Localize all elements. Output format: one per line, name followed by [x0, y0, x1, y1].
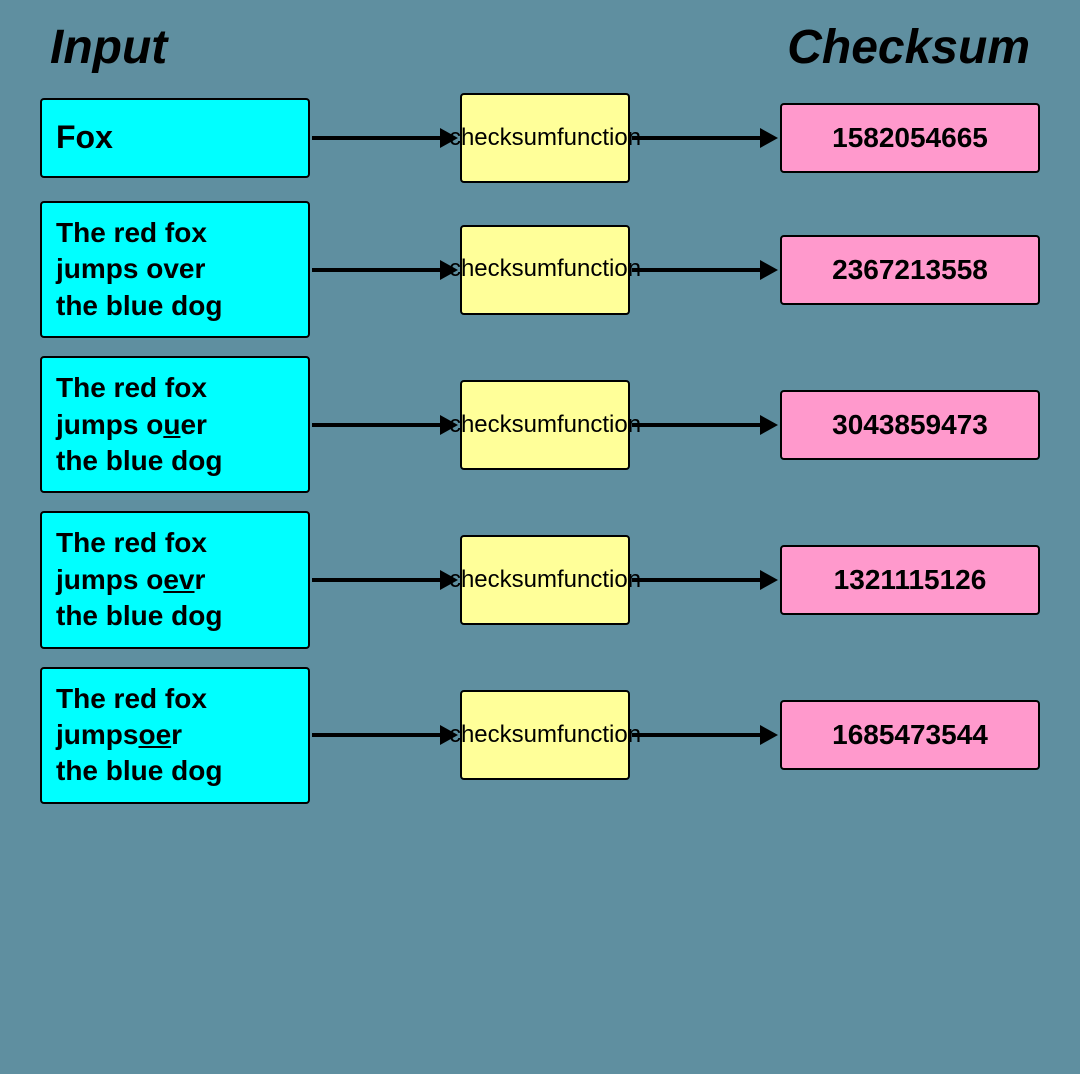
arrow-1-row-4 — [312, 578, 458, 582]
input-text-2: The red fox jumps over the blue dog — [56, 215, 222, 324]
output-value-3: 3043859473 — [832, 409, 988, 441]
input-header-title: Input — [50, 20, 167, 75]
diagram-row-2: The red fox jumps over the blue dog check… — [40, 201, 1040, 338]
header: Input Checksum — [40, 20, 1040, 75]
arrow-head — [440, 260, 458, 280]
arrow-head — [760, 415, 778, 435]
arrow-1-row-3 — [312, 423, 458, 427]
function-label: checksum — [449, 719, 557, 751]
arrow-2-row-4 — [632, 578, 778, 582]
output-value-5: 1685473544 — [832, 719, 988, 751]
function-box-4: checksumfunction — [460, 535, 630, 625]
output-box-2: 2367213558 — [780, 235, 1040, 305]
diagram-row-3: The red foxjumps ouerthe blue dog checksu… — [40, 356, 1040, 493]
input-text-1: Fox — [56, 117, 113, 159]
arrow-head — [760, 725, 778, 745]
function-box-1: checksumfunction — [460, 93, 630, 183]
output-box-1: 1582054665 — [780, 103, 1040, 173]
diagram-rows: Foxchecksumfunction1582054665The red fox… — [40, 93, 1040, 804]
arrow-2-row-2 — [632, 268, 778, 272]
output-box-4: 1321115126 — [780, 545, 1040, 615]
arrow-line — [632, 578, 760, 582]
arrow-2-row-5 — [632, 733, 778, 737]
arrow-line — [312, 423, 440, 427]
arrow-head — [440, 725, 458, 745]
input-text-5: The red foxjumpsoerthe blue dog — [56, 681, 222, 790]
arrow-line — [312, 578, 440, 582]
arrow-1-row-1 — [312, 136, 458, 140]
arrow-line — [632, 733, 760, 737]
arrow-line — [632, 423, 760, 427]
arrow-2-row-1 — [632, 136, 778, 140]
arrow-line — [632, 136, 760, 140]
output-value-4: 1321115126 — [834, 564, 987, 596]
input-box-4: The red foxjumps oevrthe blue dog — [40, 511, 310, 648]
input-text-4: The red foxjumps oevrthe blue dog — [56, 525, 222, 634]
input-box-1: Fox — [40, 98, 310, 178]
output-value-1: 1582054665 — [832, 122, 988, 154]
arrow-1-row-5 — [312, 733, 458, 737]
function-label: function — [557, 122, 641, 154]
function-label: checksum — [449, 122, 557, 154]
arrow-head — [440, 570, 458, 590]
arrow-head — [440, 415, 458, 435]
output-value-2: 2367213558 — [832, 254, 988, 286]
arrow-line — [312, 733, 440, 737]
input-box-2: The red fox jumps over the blue dog — [40, 201, 310, 338]
function-label: checksum — [449, 253, 557, 285]
function-box-2: checksumfunction — [460, 225, 630, 315]
function-box-3: checksumfunction — [460, 380, 630, 470]
function-label: checksum — [449, 564, 557, 596]
checksum-header-title: Checksum — [787, 20, 1030, 75]
arrow-head — [760, 570, 778, 590]
arrow-head — [760, 260, 778, 280]
function-label: checksum — [449, 409, 557, 441]
function-label: function — [557, 719, 641, 751]
input-box-5: The red foxjumpsoerthe blue dog — [40, 667, 310, 804]
arrow-line — [312, 136, 440, 140]
arrow-head — [440, 128, 458, 148]
arrow-line — [632, 268, 760, 272]
input-box-3: The red foxjumps ouerthe blue dog — [40, 356, 310, 493]
function-label: function — [557, 564, 641, 596]
function-box-5: checksumfunction — [460, 690, 630, 780]
output-box-3: 3043859473 — [780, 390, 1040, 460]
arrow-2-row-3 — [632, 423, 778, 427]
function-label: function — [557, 253, 641, 285]
input-text-3: The red foxjumps ouerthe blue dog — [56, 370, 222, 479]
output-box-5: 1685473544 — [780, 700, 1040, 770]
arrow-head — [760, 128, 778, 148]
diagram-row-5: The red foxjumpsoerthe blue dog checksumf… — [40, 667, 1040, 804]
arrow-line — [312, 268, 440, 272]
function-label: function — [557, 409, 641, 441]
diagram-row-4: The red foxjumps oevrthe blue dog checksu… — [40, 511, 1040, 648]
arrow-1-row-2 — [312, 268, 458, 272]
diagram-row-1: Fox checksumfunction 1582054665 — [40, 93, 1040, 183]
